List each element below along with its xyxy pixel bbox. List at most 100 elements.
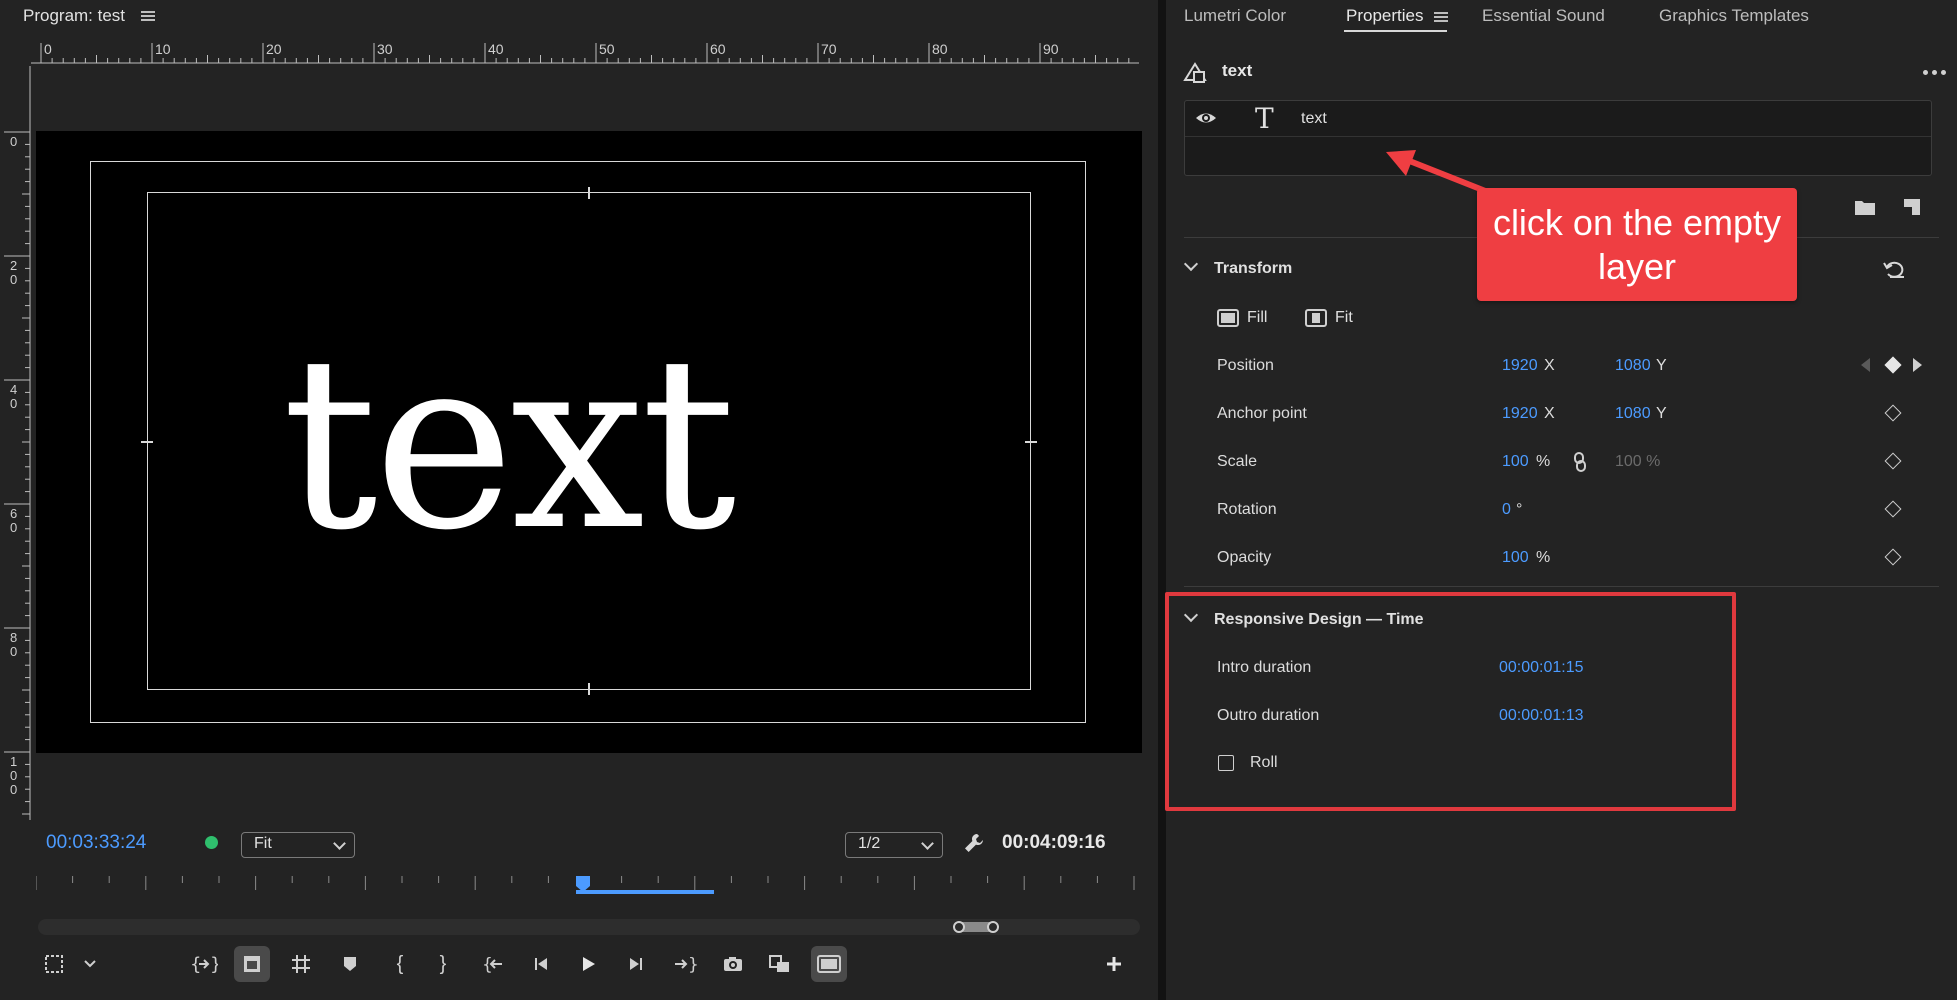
properties-header: text — [1182, 58, 1947, 86]
ruler-label: 90 — [1043, 41, 1059, 57]
wrench-icon[interactable] — [962, 831, 986, 855]
go-to-out-icon[interactable]: } — [667, 946, 703, 982]
scale-value[interactable]: 100 — [1502, 453, 1529, 471]
proxy-toggle-icon[interactable] — [811, 946, 847, 982]
sequence-duration: 00:04:09:16 — [1002, 832, 1106, 853]
position-y-value[interactable]: 1080 — [1615, 357, 1651, 375]
next-keyframe-icon[interactable] — [1913, 358, 1922, 372]
eye-icon[interactable] — [1195, 109, 1217, 127]
position-y-unit: Y — [1656, 357, 1667, 374]
fill-button[interactable]: Fill — [1217, 308, 1267, 328]
tab-essential-sound[interactable]: Essential Sound — [1482, 6, 1605, 26]
grid-icon[interactable] — [283, 946, 319, 982]
center-tick-top — [588, 187, 590, 199]
anchor-y-value[interactable]: 1080 — [1615, 405, 1651, 423]
add-marker-icon[interactable] — [332, 946, 368, 982]
tab-properties[interactable]: Properties — [1346, 6, 1423, 26]
ruler-label: 2 — [10, 258, 17, 273]
keyframe-toggle-icon[interactable] — [1884, 548, 1902, 566]
properties-panel: Lumetri Color Properties Essential Sound… — [1166, 0, 1957, 1000]
ruler-label: 50 — [599, 41, 615, 57]
fit-button[interactable]: Fit — [1305, 308, 1353, 328]
divider — [1184, 586, 1939, 587]
active-tab-indicator — [1344, 30, 1447, 32]
anchor-y-unit: Y — [1656, 405, 1667, 422]
mark-in-button[interactable]: { — [382, 946, 418, 982]
opacity-unit: % — [1536, 549, 1551, 566]
opacity-value[interactable]: 100 — [1502, 549, 1529, 567]
tab-graphics-templates[interactable]: Graphics Templates — [1659, 6, 1809, 26]
transform-section-header[interactable]: Transform — [1183, 256, 1292, 278]
canvas-text-graphic[interactable]: text — [282, 326, 736, 564]
keyframe-toggle-icon[interactable] — [1884, 452, 1902, 470]
ruler-label: 8 — [10, 630, 17, 645]
position-label: Position — [1217, 357, 1274, 374]
center-tick-bottom — [588, 683, 590, 695]
layer-row-text[interactable]: T text — [1185, 101, 1931, 137]
play-icon[interactable] — [570, 946, 606, 982]
step-forward-icon[interactable] — [617, 946, 653, 982]
ruler-label: 0 — [10, 272, 17, 287]
new-layer-icon[interactable] — [1902, 197, 1922, 217]
text-layer-icon: T — [1255, 102, 1274, 135]
layer-list: T text — [1184, 100, 1932, 176]
position-x-value[interactable]: 1920 — [1502, 357, 1538, 375]
empty-layer-row[interactable] — [1185, 138, 1931, 175]
tab-menu-icon[interactable] — [1434, 11, 1448, 23]
rotation-value[interactable]: 0 — [1502, 501, 1511, 519]
link-icon[interactable] — [1573, 451, 1587, 473]
keyframe-icon[interactable] — [1884, 356, 1902, 374]
anchor-x-value[interactable]: 1920 — [1502, 405, 1538, 423]
transport-controls: {} { } { } — [0, 946, 1158, 982]
ruler-label: 6 — [10, 506, 17, 521]
fit-label: Fit — [1335, 309, 1353, 326]
panel-menu-icon[interactable] — [141, 10, 156, 22]
folder-icon[interactable] — [1854, 198, 1876, 216]
selection-region-button[interactable] — [36, 946, 72, 982]
reset-icon[interactable] — [1882, 258, 1906, 280]
program-title: Program: test — [23, 6, 126, 25]
safe-margins-button[interactable] — [234, 946, 270, 982]
panel-tabs: Lumetri Color Properties Essential Sound… — [1166, 0, 1957, 32]
insert-button[interactable]: {} — [186, 946, 222, 982]
keyframe-toggle-icon[interactable] — [1884, 404, 1902, 422]
chevron-down-icon — [921, 837, 934, 850]
step-back-icon[interactable] — [524, 946, 560, 982]
scroll-handle[interactable] — [953, 921, 999, 933]
zoom-level-select[interactable]: Fit — [241, 832, 355, 858]
chevron-down-icon[interactable] — [72, 946, 108, 982]
mini-timeline[interactable] — [36, 876, 1136, 898]
center-tick-right — [1025, 441, 1037, 443]
ruler-label: 0 — [44, 41, 52, 57]
playback-resolution-select[interactable]: 1/2 — [845, 832, 943, 858]
ruler-label: 0 — [10, 396, 17, 411]
ruler-label: 0 — [10, 134, 17, 149]
go-to-in-icon[interactable]: { — [476, 946, 512, 982]
panel-divider[interactable] — [1158, 0, 1166, 1000]
scale-unit: % — [1536, 453, 1551, 470]
scale-label: Scale — [1217, 453, 1258, 470]
playhead-timecode[interactable]: 00:03:33:24 — [46, 832, 146, 854]
ruler-label: 40 — [488, 41, 504, 57]
add-button-icon[interactable] — [1096, 946, 1132, 982]
mark-in-icon: { — [396, 952, 404, 975]
anchor-point-label: Anchor point — [1217, 405, 1307, 422]
opacity-label: Opacity — [1217, 549, 1272, 566]
rotation-label: Rotation — [1217, 501, 1277, 518]
horizontal-ruler: 0 10 20 30 40 50 60 70 80 90 — [31, 41, 1139, 64]
monitor-controls: 00:03:33:24 Fit 1/2 00:04:09:16 — [0, 824, 1158, 870]
program-canvas[interactable]: text — [36, 131, 1142, 753]
playhead-marker — [576, 876, 590, 892]
previous-keyframe-icon[interactable] — [1861, 358, 1870, 372]
more-options-icon[interactable] — [1923, 70, 1947, 76]
center-tick-left — [141, 441, 153, 443]
graphic-layer-icon — [1183, 62, 1207, 83]
scale-height-value: 100 % — [1615, 453, 1661, 470]
comparison-view-icon[interactable] — [762, 946, 798, 982]
layer-name: text — [1301, 110, 1327, 127]
keyframe-toggle-icon[interactable] — [1884, 500, 1902, 518]
callout-annotation: click on the empty layer — [1477, 188, 1797, 301]
camera-icon[interactable] — [715, 946, 751, 982]
mark-out-button[interactable]: } — [425, 946, 461, 982]
tab-lumetri-color[interactable]: Lumetri Color — [1184, 6, 1286, 26]
